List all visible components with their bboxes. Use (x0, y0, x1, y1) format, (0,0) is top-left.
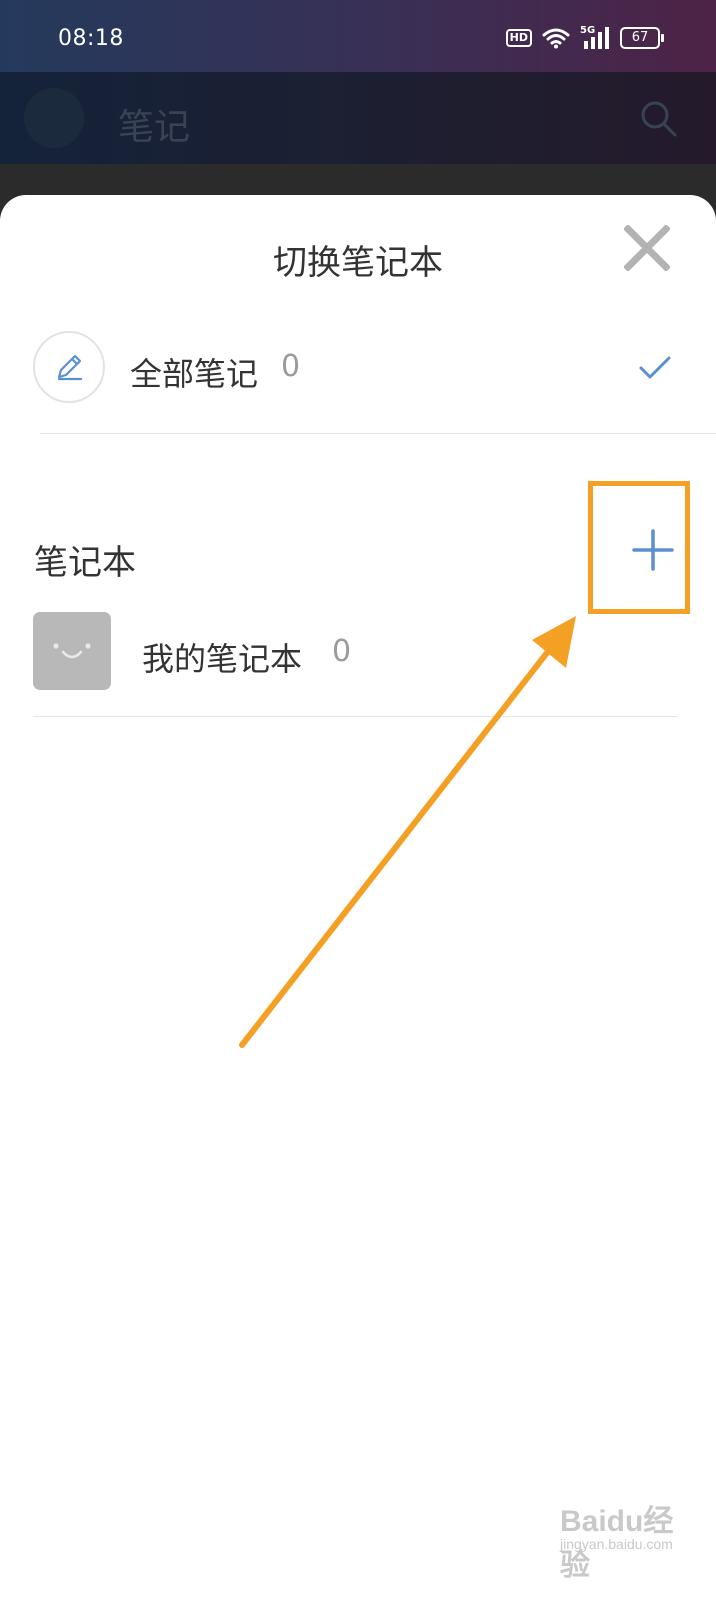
divider (33, 716, 678, 717)
smiley-icon (53, 643, 91, 659)
notebook-label: 我的笔记本 (142, 640, 303, 678)
sheet-title: 切换笔记本 (273, 243, 443, 283)
status-icons: HD 5G 67 (505, 25, 664, 49)
all-notes-count: 0 (281, 349, 301, 384)
divider (40, 433, 716, 434)
app-header: 笔记 (0, 72, 716, 164)
network-type: 5G (580, 25, 596, 36)
search-icon[interactable] (638, 98, 678, 138)
screen: 08:18 HD 5G 67 笔记 切换笔记本 全部笔记 0 笔记本 我的笔记本… (0, 0, 716, 1600)
close-icon[interactable] (624, 225, 670, 271)
switch-notebook-sheet: 切换笔记本 全部笔记 0 笔记本 我的笔记本 0 (0, 195, 716, 1600)
all-notes-label: 全部笔记 (130, 355, 259, 393)
notebook-item[interactable]: 我的笔记本 0 (0, 610, 716, 710)
watermark: Baidu经验 jingyan.baidu.com (560, 1488, 700, 1582)
check-icon (639, 356, 671, 379)
hd-badge: HD (505, 29, 532, 47)
app-title: 笔记 (118, 107, 191, 148)
notebook-count: 0 (332, 634, 352, 669)
wifi-icon (542, 28, 570, 49)
battery-level: 67 (631, 30, 649, 45)
all-notes-icon-circle (33, 331, 105, 403)
notebooks-section-label: 笔记本 (34, 543, 136, 583)
all-notes-item[interactable]: 全部笔记 0 (0, 325, 716, 433)
highlight-box (588, 481, 690, 614)
avatar[interactable] (24, 88, 84, 148)
pencil-icon (57, 354, 83, 381)
watermark-subtext: jingyan.baidu.com (560, 1536, 673, 1552)
status-bar: 08:18 HD 5G 67 (0, 0, 716, 72)
cell-signal-icon: 5G (580, 25, 610, 49)
battery-icon: 67 (620, 27, 664, 49)
status-time: 08:18 (58, 26, 124, 51)
smiley-thumbnail (33, 612, 111, 690)
